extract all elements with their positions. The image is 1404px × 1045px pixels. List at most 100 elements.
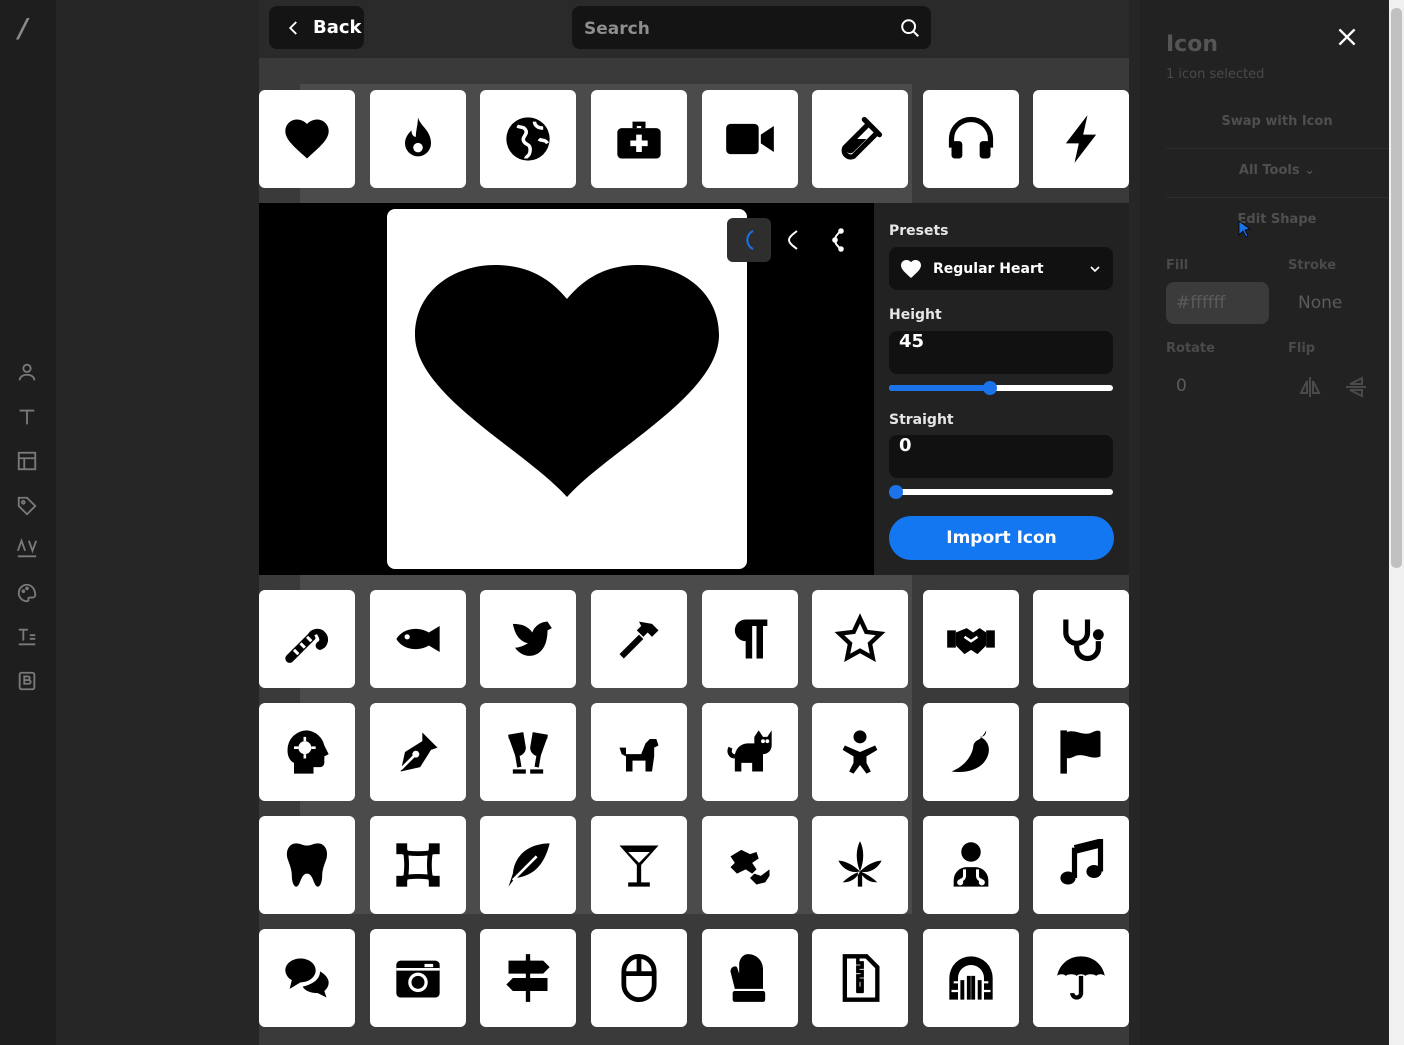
icon-tile-medkit[interactable] bbox=[591, 90, 687, 188]
heart-icon bbox=[285, 119, 329, 159]
icon-tile-doctor[interactable] bbox=[923, 816, 1019, 914]
icon-tile-globe[interactable] bbox=[480, 90, 576, 188]
icon-tile-feather[interactable] bbox=[480, 816, 576, 914]
search-box[interactable] bbox=[572, 6, 931, 51]
slider-knob[interactable] bbox=[982, 381, 997, 395]
music-note-icon bbox=[1060, 839, 1104, 885]
straight-slider[interactable] bbox=[889, 485, 1113, 499]
icon-tile-pepper[interactable] bbox=[923, 703, 1019, 801]
asymmetric-node-tool[interactable] bbox=[815, 218, 859, 262]
straight-input[interactable]: 0 bbox=[889, 435, 1113, 478]
icon-tile-lightning[interactable] bbox=[1033, 90, 1129, 188]
palette-icon[interactable] bbox=[16, 582, 38, 604]
icon-tile-fish[interactable] bbox=[370, 590, 466, 688]
globe-icon bbox=[506, 117, 550, 161]
curve-node-icon bbox=[746, 230, 754, 250]
height-slider[interactable] bbox=[889, 381, 1113, 395]
corner-node-tool[interactable] bbox=[771, 218, 815, 262]
height-input[interactable]: 45 bbox=[889, 331, 1113, 374]
headphones-icon bbox=[948, 116, 994, 159]
chevron-left-icon bbox=[288, 20, 297, 35]
icon-tile-champagne[interactable] bbox=[480, 703, 576, 801]
heart-shape-preview[interactable] bbox=[415, 265, 719, 497]
fish-icon bbox=[396, 626, 440, 652]
preset-dropdown[interactable]: Regular Heart bbox=[889, 247, 1113, 290]
star-icon bbox=[834, 613, 886, 663]
edit-shape-button[interactable]: Edit Shape bbox=[1166, 212, 1388, 227]
icon-tile-stethoscope[interactable] bbox=[1033, 590, 1129, 688]
icon-tile-star[interactable] bbox=[812, 590, 908, 688]
icon-tile-heart[interactable] bbox=[259, 90, 355, 188]
icon-tile-flag[interactable] bbox=[1033, 703, 1129, 801]
flip-horizontal-icon[interactable] bbox=[1298, 375, 1322, 399]
user-icon[interactable] bbox=[16, 361, 38, 383]
back-button[interactable]: Back bbox=[269, 6, 364, 49]
cannabis-leaf-icon bbox=[838, 841, 882, 887]
stroke-label: Stroke bbox=[1288, 258, 1337, 273]
slider-knob[interactable] bbox=[889, 485, 903, 499]
shape-preview bbox=[259, 203, 874, 575]
curve-node-tool[interactable] bbox=[727, 218, 771, 262]
icon-tile-hands-asl[interactable] bbox=[702, 816, 798, 914]
icon-tile-head-virus[interactable] bbox=[259, 703, 355, 801]
icon-tile-video[interactable] bbox=[702, 90, 798, 188]
test-tube-icon bbox=[841, 116, 883, 160]
icon-tile-zip-file[interactable] bbox=[812, 929, 908, 1027]
layout-icon[interactable] bbox=[16, 450, 38, 472]
brand-icon[interactable] bbox=[16, 670, 38, 692]
icon-tile-camera[interactable] bbox=[370, 929, 466, 1027]
search-icon[interactable] bbox=[899, 17, 921, 39]
icon-tile-cannabis[interactable] bbox=[812, 816, 908, 914]
presets-label: Presets bbox=[889, 223, 949, 239]
slider-track bbox=[889, 489, 1113, 495]
icon-tile-vector-square[interactable] bbox=[370, 816, 466, 914]
icon-tile-dungeon[interactable] bbox=[923, 929, 1019, 1027]
mouse-pointer-icon bbox=[1238, 220, 1251, 238]
champagne-glasses-icon bbox=[508, 732, 548, 774]
camera-retro-icon bbox=[396, 960, 440, 998]
zip-file-icon bbox=[842, 954, 880, 1002]
icon-tile-baby[interactable] bbox=[812, 703, 908, 801]
text-icon[interactable] bbox=[16, 406, 38, 428]
app-logo: / bbox=[18, 14, 28, 44]
icon-tile-mouse[interactable] bbox=[591, 929, 687, 1027]
icon-tile-dove[interactable] bbox=[480, 590, 576, 688]
flip-label: Flip bbox=[1288, 341, 1316, 356]
scrollbar-thumb[interactable] bbox=[1391, 8, 1402, 568]
icon-tile-dog[interactable] bbox=[591, 703, 687, 801]
icon-tile-candy-cane[interactable] bbox=[259, 590, 355, 688]
icon-tile-fire[interactable] bbox=[370, 90, 466, 188]
tag-icon[interactable] bbox=[16, 495, 38, 517]
fill-color-field[interactable]: #ffffff bbox=[1166, 282, 1269, 324]
icon-tile-handshake[interactable] bbox=[923, 590, 1019, 688]
rotate-input[interactable]: 0 bbox=[1166, 365, 1266, 407]
import-icon-button[interactable]: Import Icon bbox=[889, 516, 1114, 560]
icon-tile-tooth[interactable] bbox=[259, 816, 355, 914]
close-icon[interactable] bbox=[1334, 24, 1360, 50]
icon-tile-mitten[interactable] bbox=[702, 929, 798, 1027]
flip-vertical-icon[interactable] bbox=[1344, 375, 1368, 399]
signs-post-icon bbox=[506, 954, 550, 1002]
icon-tile-paragraph[interactable] bbox=[702, 590, 798, 688]
icon-tile-hammer[interactable] bbox=[591, 590, 687, 688]
swap-icon-button[interactable]: Swap with Icon bbox=[1166, 114, 1388, 129]
stroke-field[interactable]: None bbox=[1288, 282, 1388, 324]
icon-tile-cat[interactable] bbox=[702, 703, 798, 801]
node-type-toolbar bbox=[727, 218, 859, 262]
icon-tile-comments[interactable] bbox=[259, 929, 355, 1027]
text-style-icon[interactable] bbox=[16, 626, 38, 648]
left-toolbar: / bbox=[0, 0, 56, 1045]
hammer-icon bbox=[619, 621, 659, 659]
search-input[interactable] bbox=[582, 6, 886, 51]
slider-fill bbox=[889, 385, 990, 391]
icon-tile-martini[interactable] bbox=[591, 816, 687, 914]
back-label: Back bbox=[313, 17, 362, 38]
icon-tile-umbrella[interactable] bbox=[1033, 929, 1129, 1027]
tools-dropdown[interactable]: All Tools ⌄ bbox=[1166, 163, 1388, 178]
icon-tile-headphones[interactable] bbox=[923, 90, 1019, 188]
icon-tile-signs-post[interactable] bbox=[480, 929, 576, 1027]
icon-tile-pen-nib[interactable] bbox=[370, 703, 466, 801]
kerning-icon[interactable] bbox=[16, 538, 38, 560]
icon-tile-music[interactable] bbox=[1033, 816, 1129, 914]
icon-tile-test-tube[interactable] bbox=[812, 90, 908, 188]
